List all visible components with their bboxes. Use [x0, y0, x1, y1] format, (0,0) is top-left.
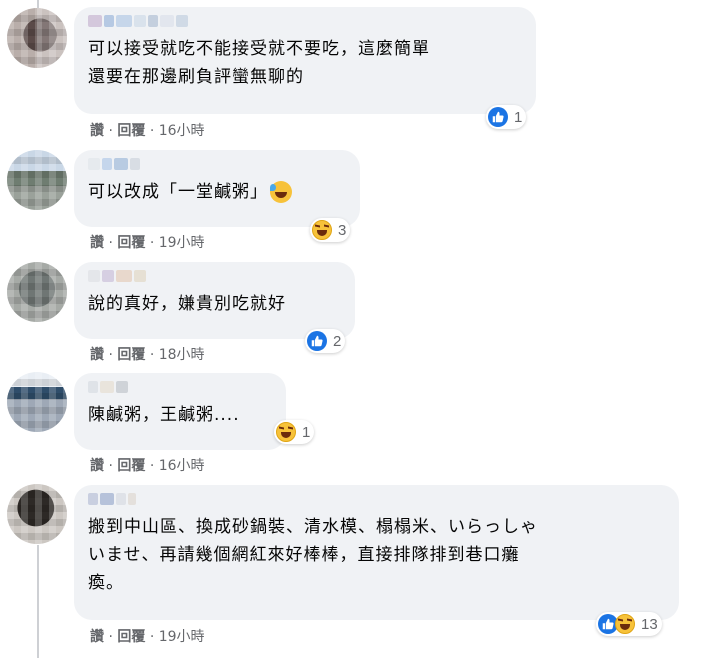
like-button[interactable]: 讚: [90, 235, 104, 251]
separator: ·: [108, 629, 113, 645]
like-button[interactable]: 讚: [90, 629, 104, 645]
timestamp[interactable]: 16小時: [159, 123, 205, 139]
like-button[interactable]: 讚: [90, 347, 104, 363]
reaction-count: 1: [514, 108, 523, 126]
avatar[interactable]: [7, 484, 67, 544]
avatar[interactable]: [7, 8, 67, 68]
comment-bubble: 說的真好，嫌貴別吃就好: [74, 262, 355, 339]
separator: ·: [149, 123, 155, 139]
reaction-count: 13: [641, 615, 658, 633]
comment-actions: 讚 · 回覆 · 18小時: [90, 344, 205, 364]
like-button[interactable]: 讚: [90, 123, 104, 139]
thread-line: [37, 545, 39, 658]
comment-bubble: 搬到中山區、換成砂鍋裝、清水模、榻榻米、いらっしゃ いませ、再請幾個網紅來好棒棒…: [74, 485, 679, 620]
thread-line: [37, 0, 39, 8]
reaction-count: 2: [333, 332, 342, 350]
timestamp[interactable]: 19小時: [159, 629, 205, 645]
separator: ·: [149, 458, 155, 474]
commenter-name[interactable]: [88, 270, 341, 284]
reply-button[interactable]: 回覆: [117, 347, 145, 363]
comment-bubble: 可以改成「一堂鹹粥」: [74, 150, 360, 227]
separator: ·: [149, 347, 155, 363]
reaction-summary[interactable]: 1: [486, 105, 527, 129]
reaction-summary[interactable]: 2: [305, 329, 346, 353]
commenter-name[interactable]: [88, 493, 665, 507]
like-icon: [307, 331, 327, 351]
comment-text: 可以改成「一堂鹹粥」: [88, 178, 346, 206]
reply-button[interactable]: 回覆: [117, 123, 145, 139]
reaction-summary[interactable]: 13: [596, 612, 662, 636]
comment-text: 說的真好，嫌貴別吃就好: [88, 294, 286, 314]
separator: ·: [108, 458, 113, 474]
laughing-tears-icon: [270, 181, 292, 203]
commenter-name[interactable]: [88, 381, 272, 395]
comment-actions: 讚 · 回覆 · 16小時: [90, 120, 205, 140]
separator: ·: [149, 235, 155, 251]
comment-text: 陳鹹粥，王鹹粥....: [88, 405, 240, 425]
separator: ·: [108, 347, 113, 363]
commenter-name[interactable]: [88, 15, 522, 29]
separator: ·: [149, 629, 155, 645]
reaction-count: 1: [302, 423, 311, 441]
separator: ·: [108, 123, 113, 139]
commenter-name[interactable]: [88, 158, 346, 172]
avatar[interactable]: [7, 150, 67, 210]
like-button[interactable]: 讚: [90, 458, 104, 474]
reply-button[interactable]: 回覆: [117, 235, 145, 251]
comment-actions: 讚 · 回覆 · 19小時: [90, 232, 205, 252]
comment-text: 搬到中山區、換成砂鍋裝、清水模、榻榻米、いらっしゃ いませ、再請幾個網紅來好棒棒…: [88, 517, 538, 593]
separator: ·: [108, 235, 113, 251]
reaction-count: 3: [338, 221, 347, 239]
haha-icon: [615, 614, 635, 634]
timestamp[interactable]: 18小時: [159, 347, 205, 363]
haha-icon: [276, 422, 296, 442]
like-icon: [488, 107, 508, 127]
avatar[interactable]: [7, 262, 67, 322]
reply-button[interactable]: 回覆: [117, 629, 145, 645]
reaction-summary[interactable]: 1: [274, 420, 315, 444]
avatar[interactable]: [7, 372, 67, 432]
timestamp[interactable]: 16小時: [159, 458, 205, 474]
reaction-summary[interactable]: 3: [310, 218, 351, 242]
haha-icon: [312, 220, 332, 240]
comment-actions: 讚 · 回覆 · 16小時: [90, 455, 205, 475]
timestamp[interactable]: 19小時: [159, 235, 205, 251]
comment-actions: 讚 · 回覆 · 19小時: [90, 626, 205, 646]
comment-bubble: 陳鹹粥，王鹹粥....: [74, 373, 286, 450]
reply-button[interactable]: 回覆: [117, 458, 145, 474]
comment-text: 可以接受就吃不能接受就不要吃，這麼簡單 還要在那邊刷負評蠻無聊的: [88, 39, 430, 87]
comment-bubble: 可以接受就吃不能接受就不要吃，這麼簡單 還要在那邊刷負評蠻無聊的: [74, 7, 536, 114]
